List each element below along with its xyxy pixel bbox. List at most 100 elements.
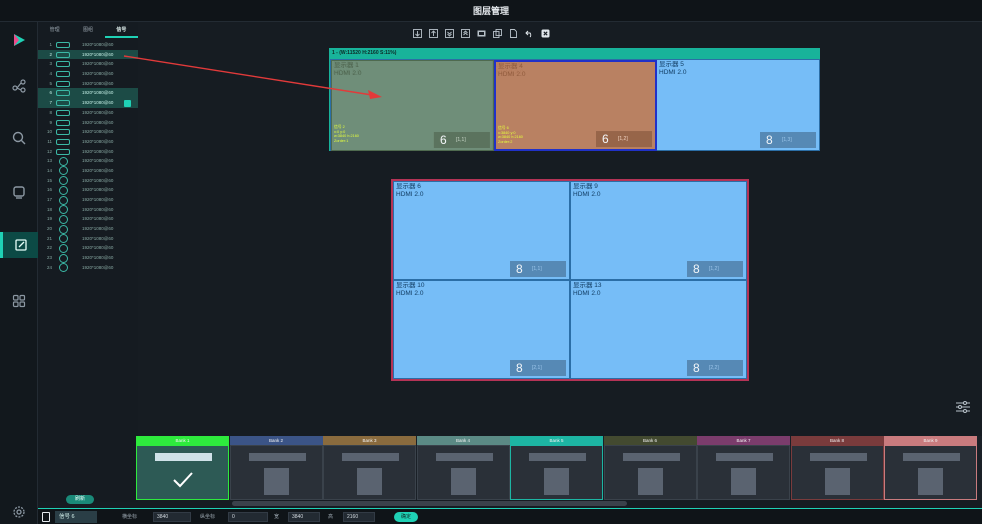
signal-row[interactable]: 20 1920*1080@60 bbox=[38, 224, 138, 234]
signal-resolution: 1920*1080@60 bbox=[82, 100, 114, 106]
signal-resolution: 1920*1080@60 bbox=[82, 158, 114, 164]
bank-preview bbox=[136, 445, 229, 500]
close-icon[interactable] bbox=[540, 28, 550, 38]
signal-window[interactable]: 显示器 1 HDMI 2.0 信号 2 x:0 y:0 w:3840 h:2160 Zo… bbox=[331, 60, 494, 151]
bank-item[interactable]: Bank 7 bbox=[697, 436, 790, 500]
display-screen[interactable]: 显示器 5 HDMI 2.0 8 [1,3] bbox=[656, 59, 820, 151]
signal-resolution: 1920*1080@60 bbox=[82, 129, 114, 135]
refresh-button[interactable]: 刷新 bbox=[66, 495, 94, 504]
monitor-icon[interactable] bbox=[6, 179, 32, 205]
signal-row[interactable]: 6 1920*1080@60 bbox=[38, 88, 138, 99]
fullscreen-icon[interactable] bbox=[476, 28, 486, 38]
tab-group[interactable]: 图组 bbox=[71, 22, 104, 38]
signal-number: 15 bbox=[46, 177, 52, 183]
screen-name: 显示器 9 HDMI 2.0 bbox=[573, 183, 601, 198]
tab-manage[interactable]: 管理 bbox=[38, 22, 71, 38]
signal-row[interactable]: 12 1920*1080@60 bbox=[38, 147, 138, 157]
window-name: 显示器 4 HDMI 2.0 bbox=[498, 63, 526, 78]
undo-icon[interactable] bbox=[524, 28, 534, 38]
signal-window-selected[interactable]: 显示器 4 HDMI 2.0 信号 6 x:3840 y:0 w:3840 h:216… bbox=[494, 60, 657, 151]
width-field[interactable]: 3840 bbox=[288, 512, 320, 522]
adjust-icon[interactable] bbox=[955, 399, 971, 415]
bank-item[interactable]: Bank 2 bbox=[229, 436, 323, 500]
signal-row[interactable]: 9 1920*1080@60 bbox=[38, 118, 138, 128]
signal-row[interactable]: 16 1920*1080@60 bbox=[38, 185, 138, 195]
title-bar: 图层管理 bbox=[0, 0, 982, 22]
bank-label: Bank 5 bbox=[510, 436, 603, 445]
signal-row[interactable]: 19 1920*1080@60 bbox=[38, 214, 138, 224]
screen-badge: 8 [1,1] bbox=[510, 261, 566, 277]
edit-signal-icon[interactable] bbox=[124, 99, 131, 107]
display-screen[interactable]: 显示器 9 HDMI 2.0 8 [1,2] bbox=[570, 181, 747, 280]
bring-top-icon[interactable] bbox=[460, 28, 470, 38]
signal-row[interactable]: 10 1920*1080@60 bbox=[38, 127, 138, 137]
bank-item[interactable]: Bank 4 bbox=[416, 436, 510, 500]
bank-label: Bank 7 bbox=[697, 436, 790, 445]
signal-row[interactable]: 1 1920*1080@60 bbox=[38, 40, 138, 50]
display-screen[interactable]: 显示器 13 HDMI 2.0 8 [2,2] bbox=[570, 280, 747, 379]
signal-row[interactable]: 7 1920*1080@60 bbox=[38, 98, 138, 108]
confirm-button[interactable]: 确定 bbox=[394, 512, 418, 522]
paste-icon[interactable] bbox=[508, 28, 518, 38]
app-window: 图层管理 管理 图组 信号 1 1920*1080@60 2 1920*1080… bbox=[0, 0, 982, 524]
signal-number: 2 bbox=[49, 51, 52, 57]
signal-row[interactable]: 23 1920*1080@60 bbox=[38, 253, 138, 263]
signal-row[interactable]: 18 1920*1080@60 bbox=[38, 205, 138, 215]
bank-thumb-block bbox=[263, 468, 289, 495]
signal-row[interactable]: 5 1920*1080@60 bbox=[38, 79, 138, 89]
bank-item[interactable]: Bank 8 bbox=[790, 436, 884, 500]
signal-row[interactable]: 15 1920*1080@60 bbox=[38, 176, 138, 186]
signal-row[interactable]: 13 1920*1080@60 bbox=[38, 156, 138, 166]
video-source-icon bbox=[59, 224, 68, 234]
bring-bottom-icon[interactable] bbox=[444, 28, 454, 38]
signal-row[interactable]: 24 1920*1080@60 bbox=[38, 263, 138, 273]
settings-icon[interactable] bbox=[6, 499, 32, 524]
apps-icon[interactable] bbox=[6, 288, 32, 314]
signal-resolution: 1920*1080@60 bbox=[82, 51, 114, 57]
y-field[interactable]: 0 bbox=[228, 512, 268, 522]
video-source-icon bbox=[59, 234, 68, 244]
play-logo[interactable] bbox=[6, 27, 32, 53]
search-icon[interactable] bbox=[6, 125, 32, 151]
signal-row[interactable]: 21 1920*1080@60 bbox=[38, 234, 138, 244]
signal-resolution: 1920*1080@60 bbox=[82, 167, 114, 173]
bring-down-icon[interactable] bbox=[412, 28, 422, 38]
display-screen[interactable]: 显示器 6 HDMI 2.0 8 [1,1] bbox=[393, 181, 570, 280]
bank-thumb-bar bbox=[342, 453, 399, 461]
wall-1[interactable]: 1 - (W:11520 H:2160 S:11%) 显示器 1HDMI 2.0… bbox=[329, 48, 820, 151]
topology-icon[interactable] bbox=[6, 73, 32, 99]
copy-icon[interactable] bbox=[492, 28, 502, 38]
signal-row[interactable]: 22 1920*1080@60 bbox=[38, 243, 138, 253]
horizontal-scrollbar[interactable] bbox=[232, 501, 627, 506]
window-info: 信号 2 x:0 y:0 w:3840 h:2160 Zorder:1 bbox=[334, 125, 359, 143]
bank-item[interactable]: Bank 1 bbox=[136, 436, 229, 500]
x-field[interactable]: 3840 bbox=[153, 512, 191, 522]
signal-row[interactable]: 14 1920*1080@60 bbox=[38, 166, 138, 176]
edit-icon[interactable] bbox=[0, 232, 38, 258]
bank-item[interactable]: Bank 6 bbox=[603, 436, 697, 500]
display-screen[interactable]: 显示器 10 HDMI 2.0 8 [2,1] bbox=[393, 280, 570, 379]
signal-row[interactable]: 8 1920*1080@60 bbox=[38, 108, 138, 118]
signal-resolution: 1920*1080@60 bbox=[82, 71, 114, 77]
tab-signal[interactable]: 信号 bbox=[104, 22, 138, 38]
signal-row[interactable]: 11 1920*1080@60 bbox=[38, 137, 138, 147]
bring-up-icon[interactable] bbox=[428, 28, 438, 38]
signal-resolution: 1920*1080@60 bbox=[82, 245, 114, 251]
video-source-icon bbox=[59, 156, 68, 166]
wall-2[interactable]: 显示器 6 HDMI 2.0 8 [1,1] 显示器 9 HDMI 2.0 8 [1,2… bbox=[391, 179, 749, 381]
height-field[interactable]: 2160 bbox=[343, 512, 375, 522]
signal-row[interactable]: 2 1920*1080@60 bbox=[38, 49, 138, 60]
signal-row[interactable]: 4 1920*1080@60 bbox=[38, 69, 138, 79]
sdi-source-icon bbox=[56, 138, 70, 145]
bank-item[interactable]: Bank 5 bbox=[510, 436, 603, 500]
bank-item[interactable]: Bank 9 bbox=[884, 436, 977, 500]
bank-item[interactable]: Bank 3 bbox=[323, 436, 416, 500]
bank-preview bbox=[229, 445, 323, 500]
signal-number: 13 bbox=[46, 158, 52, 164]
signal-resolution: 1920*1080@60 bbox=[82, 90, 114, 96]
signal-row[interactable]: 17 1920*1080@60 bbox=[38, 195, 138, 205]
bank-label: Bank 8 bbox=[790, 436, 884, 445]
y-label: 纵坐标 bbox=[200, 514, 216, 520]
signal-row[interactable]: 3 1920*1080@60 bbox=[38, 59, 138, 69]
signal-list: 1 1920*1080@60 2 1920*1080@60 3 1920*1080@60 4… bbox=[38, 40, 138, 273]
